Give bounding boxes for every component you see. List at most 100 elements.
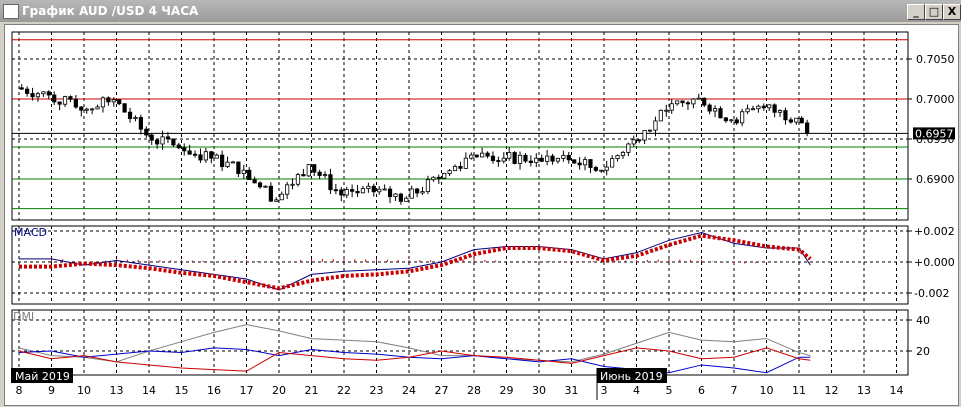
candle-body — [312, 164, 317, 173]
date-label: 9 — [48, 384, 55, 397]
candle-body — [100, 97, 106, 108]
candle-body — [685, 102, 691, 105]
candle-body — [593, 167, 598, 171]
candle-body — [182, 147, 187, 152]
candle-body — [62, 96, 68, 105]
candle-body — [517, 154, 523, 164]
candle-body — [447, 170, 452, 174]
candle-body — [777, 110, 783, 113]
candle-body — [268, 185, 273, 202]
candle-body — [512, 152, 517, 164]
candle-body — [734, 119, 739, 124]
candle-body — [176, 144, 181, 149]
candle-body — [474, 154, 479, 158]
candle-body — [507, 152, 512, 159]
candle-body — [317, 171, 322, 176]
date-label: 17 — [240, 384, 254, 397]
candle-body — [534, 157, 539, 163]
candle-body — [279, 193, 284, 201]
candle-body — [138, 117, 143, 130]
candle-body — [436, 176, 441, 179]
candle-body — [469, 154, 474, 159]
date-label: 28 — [467, 384, 481, 397]
candle-body — [431, 176, 436, 181]
candle-body — [247, 169, 252, 181]
candle-body — [555, 158, 561, 162]
candle-body — [285, 184, 290, 195]
candle-body — [209, 151, 214, 159]
date-label: 30 — [532, 384, 546, 397]
candle-body — [718, 108, 723, 119]
candle-body — [84, 108, 89, 111]
candle-body — [257, 182, 263, 188]
candle-body — [387, 188, 393, 198]
dmi-tick-label: 20 — [916, 345, 930, 358]
candle-body — [377, 188, 382, 193]
candle-body — [73, 98, 78, 108]
candle-body — [328, 174, 333, 191]
candle-body — [409, 188, 414, 199]
date-label: 14 — [142, 384, 156, 397]
candle-body — [295, 174, 301, 185]
candle-body — [463, 157, 468, 169]
candle-body — [523, 154, 528, 162]
candle-body — [653, 120, 658, 131]
candle-body — [452, 166, 458, 172]
candle-body — [425, 179, 431, 193]
macd-tick-label: +0.000 — [914, 256, 955, 269]
candle-body — [236, 161, 241, 174]
candle-body — [599, 169, 604, 172]
candle-body — [626, 143, 631, 153]
date-label: 6 — [698, 384, 705, 397]
date-label: 21 — [305, 384, 319, 397]
candle-body — [620, 151, 626, 156]
candle-body — [794, 117, 799, 123]
current-price-label: 0.6957 — [915, 127, 954, 140]
date-label: 13 — [857, 384, 871, 397]
candle-body — [230, 161, 236, 164]
candle-body — [127, 111, 133, 119]
date-label: 15 — [175, 384, 189, 397]
candle-body — [767, 104, 772, 109]
date-label: 10 — [760, 384, 774, 397]
candle-body — [241, 169, 246, 174]
candle-body — [404, 197, 409, 202]
price-tick-label: 0.7050 — [916, 53, 955, 66]
macd-tick-label: +0.002 — [914, 225, 955, 238]
candle-body — [528, 160, 533, 163]
macd-tick-label: -0.002 — [914, 287, 949, 300]
candle-body — [772, 104, 777, 113]
candle-body — [111, 99, 116, 103]
candle-body — [25, 88, 30, 94]
candle-body — [165, 136, 171, 140]
candle-body — [707, 104, 712, 112]
candle-body — [333, 189, 338, 192]
candle-body — [723, 117, 728, 122]
dmi-tick-label: 40 — [916, 314, 930, 327]
candle-body — [350, 189, 355, 192]
candle-body — [680, 100, 685, 104]
candle-body — [458, 166, 463, 169]
candle-body — [675, 100, 680, 105]
candle-body — [442, 173, 447, 179]
candle-body — [57, 101, 62, 105]
candle-body — [582, 159, 588, 166]
date-label: 13 — [110, 384, 124, 397]
candle-body — [501, 157, 506, 162]
macd-label: MACD — [14, 226, 47, 239]
candle-body — [637, 139, 642, 142]
candle-body — [360, 188, 366, 194]
candle-body — [566, 154, 571, 161]
candle-body — [35, 93, 41, 98]
candle-body — [79, 106, 84, 111]
candle-body — [274, 199, 279, 202]
candle-body — [756, 105, 761, 110]
candle-body — [642, 130, 647, 141]
candle-body — [561, 154, 566, 159]
candle-body — [344, 189, 349, 196]
candle-body — [198, 154, 203, 161]
candle-body — [610, 158, 615, 168]
candle-body — [117, 99, 122, 105]
date-label: 22 — [337, 384, 351, 397]
candle-body — [106, 97, 111, 103]
